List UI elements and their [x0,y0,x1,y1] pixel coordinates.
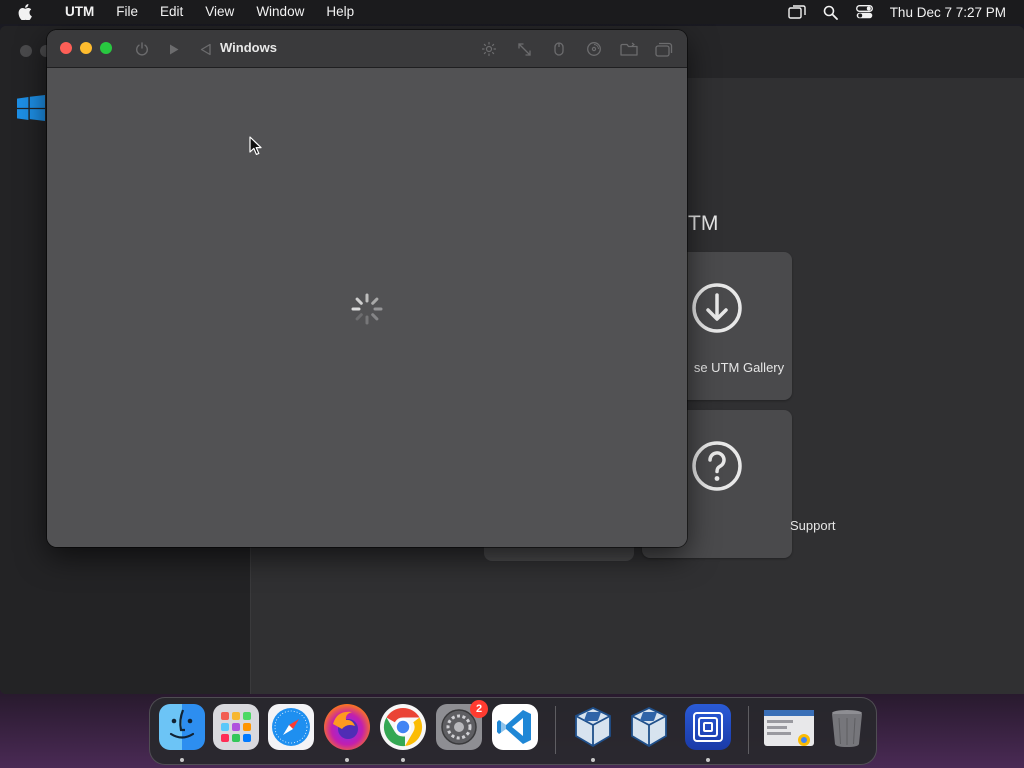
minimize-button[interactable] [80,42,92,54]
vm-window-title: Windows [220,40,277,55]
vscode-icon [497,710,531,744]
windows-logo-icon[interactable] [17,95,45,126]
power-icon[interactable] [133,40,151,58]
dock-virtualbox-2[interactable] [626,704,672,750]
zoom-button[interactable] [100,42,112,54]
dock-system-settings[interactable]: 2 [436,700,488,750]
menu-help[interactable]: Help [315,0,365,24]
dock-launchpad[interactable] [213,704,259,750]
vm-control-toolbar [133,40,215,58]
running-indicator [345,758,349,762]
virtualbox-icon [631,707,667,748]
welcome-title: TM [688,212,719,235]
hidden-tile-edge [484,547,634,561]
menu-view[interactable]: View [194,0,245,24]
utm-icon [693,712,723,742]
shared-folder-icon[interactable] [620,40,638,58]
drive-disc-icon[interactable] [585,40,603,58]
windows-switch-icon[interactable] [655,40,673,58]
dock-chrome[interactable] [380,704,426,750]
loading-spinner-icon [349,291,385,332]
running-indicator [401,758,405,762]
dock-finder[interactable] [159,704,205,750]
dock-separator [555,706,556,754]
launchpad-icon [221,712,251,742]
question-circle-icon [691,440,743,497]
dock-virtualbox-1[interactable] [570,704,616,750]
dock-utm[interactable] [685,704,731,750]
vm-device-toolbar [480,40,673,58]
chrome-icon [383,707,423,747]
dock: 2 [149,697,877,765]
menu-app-name[interactable]: UTM [54,0,105,24]
screenshot-thumbnail-icon [764,710,814,746]
notification-badge: 2 [470,700,488,718]
menu-file[interactable]: File [105,0,149,24]
dock-safari[interactable] [268,704,314,750]
finder-icon [169,709,195,739]
running-indicator [706,758,710,762]
dock-trash[interactable] [824,704,870,750]
menu-bar: UTM File Edit View Window Help Thu Dec 7… [0,0,1024,24]
trash-icon [832,710,862,747]
control-center-icon[interactable] [856,4,874,20]
running-indicator [180,758,184,762]
dock-vscode[interactable] [492,704,538,750]
resize-arrows-icon[interactable] [515,40,533,58]
close-button[interactable] [60,42,72,54]
vm-window: Windows [47,30,687,547]
spotlight-search-icon[interactable] [822,4,840,20]
menu-edit[interactable]: Edit [149,0,194,24]
vm-titlebar[interactable]: Windows [47,30,687,68]
dock-screenshot-thumbnail[interactable] [764,710,814,746]
dock-separator [748,706,749,754]
apple-menu-icon[interactable] [18,4,40,20]
restart-icon[interactable] [197,40,215,58]
display-brightness-icon[interactable] [480,40,498,58]
menu-window[interactable]: Window [245,0,315,24]
download-circle-icon [691,282,743,339]
firefox-icon [333,711,358,739]
usb-mouse-icon[interactable] [550,40,568,58]
safari-icon [272,708,310,746]
menu-bar-clock[interactable]: Thu Dec 7 7:27 PM [890,5,1006,20]
close-button-inactive[interactable] [20,45,32,57]
dock-firefox[interactable] [324,704,370,750]
screen-mirroring-icon[interactable] [787,4,806,20]
vm-display[interactable] [47,68,687,547]
running-indicator [591,758,595,762]
play-icon[interactable] [165,40,183,58]
vm-traffic-lights [60,42,112,54]
mouse-cursor-icon [249,136,263,161]
virtualbox-icon [575,707,611,748]
